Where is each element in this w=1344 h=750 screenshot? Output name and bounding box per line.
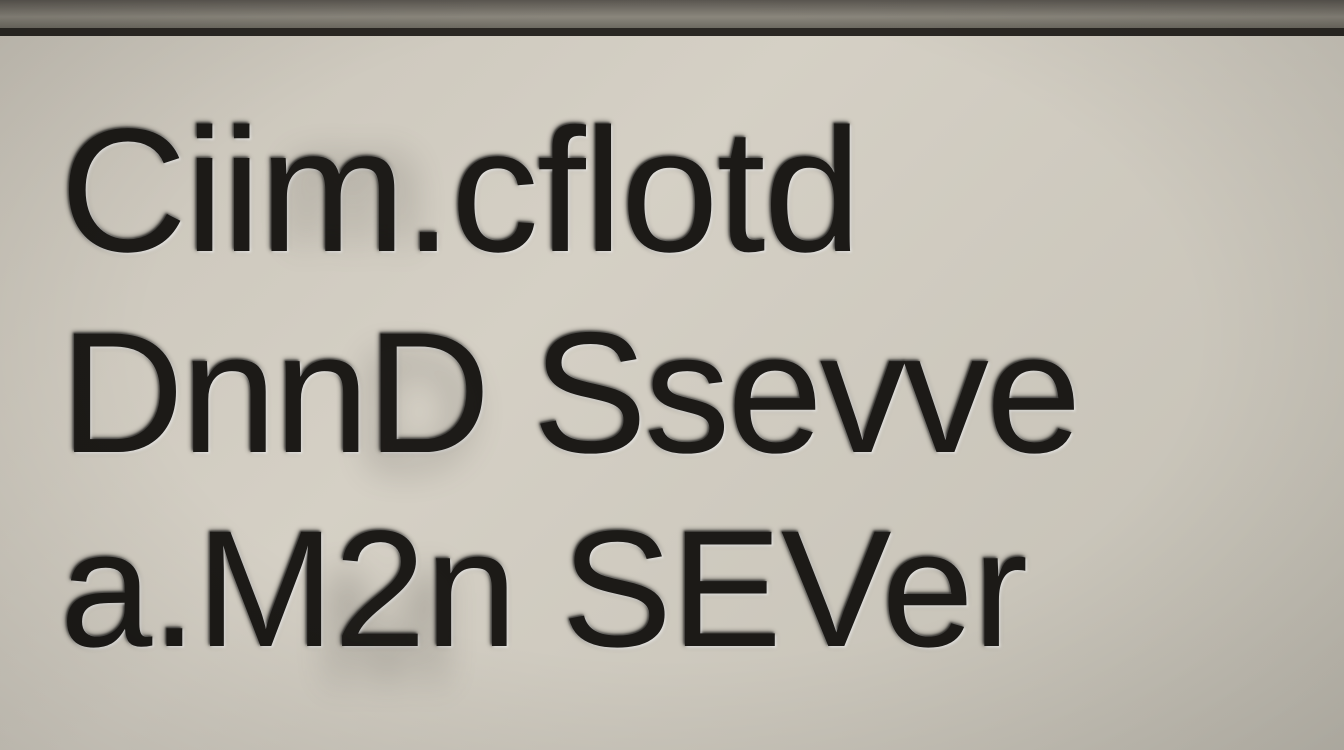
- engraved-text-line-1: Ciim.cflotd: [60, 103, 1294, 279]
- engraved-panel: m D M Ciim.cflotd DnnD Ssevve a.M2n SEVe…: [0, 36, 1344, 750]
- top-frame-rail: [0, 0, 1344, 28]
- engraved-text-line-2: DnnD Ssevve: [60, 307, 1294, 479]
- engraved-text-line-3: a.M2n SEVer: [60, 507, 1294, 673]
